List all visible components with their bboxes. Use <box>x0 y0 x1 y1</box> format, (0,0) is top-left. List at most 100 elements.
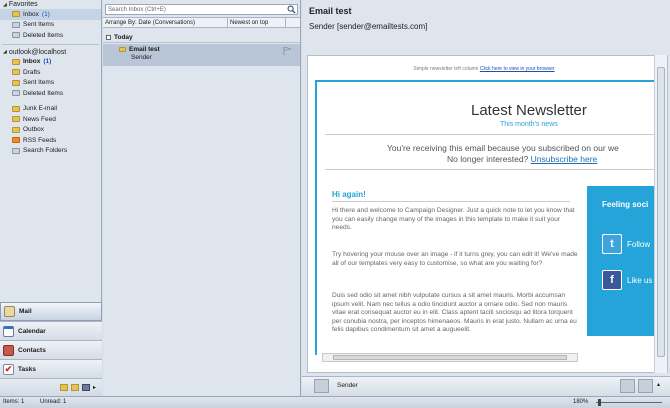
person-icon[interactable] <box>638 379 653 393</box>
fav-inbox-label: Inbox <box>23 10 39 18</box>
unsubscribe-link[interactable]: Unsubscribe here <box>531 154 598 164</box>
items-count: Items: 1 <box>3 399 25 405</box>
news-feed-icon <box>12 116 20 123</box>
folder-inbox[interactable]: Inbox (1) <box>0 57 101 68</box>
folder-inbox-label: Inbox <box>23 58 41 66</box>
fav-sent-label: Sent Items <box>23 21 55 29</box>
newsletter-title: Latest Newsletter <box>471 102 587 119</box>
unread-count: (1) <box>43 58 52 66</box>
divider <box>2 43 99 45</box>
folder-label: Outbox <box>23 126 44 134</box>
group-header-today[interactable]: Today <box>103 34 300 43</box>
account-label: outlook@localhost <box>8 48 67 56</box>
message-item[interactable]: Email test Sender <box>103 44 300 66</box>
twitter-label: Follow <box>627 239 651 249</box>
configure-buttons-icon[interactable]: ▸ <box>93 384 96 391</box>
folder-list-icon[interactable] <box>70 384 79 391</box>
folder-news-feed[interactable]: News Feed <box>0 114 101 125</box>
deleted-items-icon <box>12 90 20 97</box>
folder-label: Deleted Items <box>23 89 64 97</box>
message-subject: Email test <box>129 46 160 53</box>
arrange-by-button[interactable]: Arrange By: Date (Conversations) <box>103 18 228 27</box>
zoom-level[interactable]: 180% <box>573 399 588 405</box>
search-icon[interactable] <box>287 5 296 14</box>
contacts-button[interactable]: Contacts <box>0 340 102 359</box>
favorites-header[interactable]: ◢ Favorites <box>0 0 101 9</box>
search-folder-icon <box>12 147 20 154</box>
body-paragraph-2: Try hovering your mouse over an image - … <box>332 251 578 267</box>
tasks-button[interactable]: ✔ Tasks <box>0 359 102 378</box>
folder-outbox[interactable]: Outbox <box>0 125 101 136</box>
inbox-icon <box>12 58 20 65</box>
scrollbar-thumb[interactable] <box>657 67 665 357</box>
subscription-notice: You're receiving this email because you … <box>387 143 619 153</box>
avatar[interactable] <box>314 379 329 393</box>
social-title: Feeling soci <box>602 200 649 209</box>
view-in-browser-link[interactable]: Click here to view in your browser <box>480 66 555 72</box>
unread-count-status: Unread: 1 <box>40 399 67 405</box>
expand-icon[interactable]: ▴ <box>657 381 660 388</box>
fav-deleted-items[interactable]: Deleted Items <box>0 30 101 41</box>
mail-button[interactable]: Mail <box>0 302 102 321</box>
email-sender[interactable]: Sender [sender@emailtests.com] <box>309 22 427 31</box>
sort-arrow[interactable] <box>286 18 300 27</box>
divider <box>325 134 657 135</box>
folder-label: Sent Items <box>23 79 55 87</box>
navigation-pane: ◢ Favorites Inbox (1) Sent Items Deleted… <box>0 0 102 396</box>
social-panel: Feeling soci t Follow f Like us <box>587 186 657 336</box>
zoom-slider-knob[interactable] <box>598 399 601 406</box>
deleted-items-icon <box>12 32 20 39</box>
divider <box>325 169 657 170</box>
flag-icon[interactable] <box>283 47 292 55</box>
envelope-icon <box>119 47 126 52</box>
collapse-icon: ◢ <box>3 49 7 55</box>
twitter-link[interactable]: t Follow <box>602 234 650 254</box>
contacts-label: Contacts <box>18 346 46 354</box>
search-box[interactable]: Search Inbox (Ctrl+E) <box>105 4 298 15</box>
outbox-icon <box>12 126 20 133</box>
body-paragraph-1: Hi there and welcome to Campaign Designe… <box>332 207 575 232</box>
folder-sent-items[interactable]: Sent Items <box>0 78 101 89</box>
sent-items-icon <box>12 79 20 86</box>
facebook-label: Like us <box>627 275 653 285</box>
fav-inbox[interactable]: Inbox (1) <box>0 9 101 20</box>
search-input[interactable]: Search Inbox (Ctrl+E) <box>108 7 166 13</box>
folder-drafts[interactable]: Drafts <box>0 67 101 78</box>
folder-search-folders[interactable]: Search Folders <box>0 146 101 157</box>
person-icon[interactable] <box>620 379 635 393</box>
scrollbar-thumb[interactable] <box>333 355 567 360</box>
unread-count: (1) <box>41 10 50 18</box>
status-bar: Items: 1 Unread: 1 180% <box>0 396 670 408</box>
collapse-icon: ◢ <box>3 1 7 8</box>
sort-order-button[interactable]: Newest on top <box>228 18 286 27</box>
folder-junk-email[interactable]: Junk E-mail <box>0 104 101 115</box>
vertical-scrollbar[interactable] <box>654 55 667 373</box>
reading-pane: Email test Sender [sender@emailtests.com… <box>302 0 670 396</box>
facebook-link[interactable]: f Like us <box>602 270 652 290</box>
zoom-slider[interactable] <box>596 399 662 406</box>
folder-label: Search Folders <box>23 147 68 155</box>
tasks-icon: ✔ <box>3 363 14 375</box>
horizontal-scrollbar[interactable] <box>322 353 578 362</box>
newsletter-card: Latest Newsletter This month's news You'… <box>315 80 659 355</box>
message-list-pane: Search Inbox (Ctrl+E) Arrange By: Date (… <box>103 0 301 396</box>
tasks-label: Tasks <box>18 365 36 373</box>
calendar-button[interactable]: Calendar <box>0 321 102 340</box>
fav-sent-items[interactable]: Sent Items <box>0 20 101 31</box>
folder-rss-feeds[interactable]: RSS Feeds <box>0 135 101 146</box>
newsletter-preheader: Simple newsletter left column Click here… <box>312 66 656 72</box>
twitter-icon: t <box>602 234 622 254</box>
calendar-icon <box>3 325 14 337</box>
arrange-bar: Arrange By: Date (Conversations) Newest … <box>103 17 300 28</box>
sent-items-icon <box>12 21 20 28</box>
rss-icon <box>12 137 20 144</box>
notes-icon[interactable] <box>59 384 68 391</box>
shortcuts-icon[interactable] <box>81 384 90 391</box>
module-buttons: Mail Calendar Contacts ✔ Tasks <box>0 302 102 378</box>
email-body: Simple newsletter left column Click here… <box>307 55 668 373</box>
folder-deleted-items[interactable]: Deleted Items <box>0 88 101 99</box>
collapse-group-icon[interactable] <box>106 35 111 40</box>
inbox-icon <box>12 11 20 18</box>
account-header[interactable]: ◢ outlook@localhost <box>0 48 101 57</box>
people-name[interactable]: Sender <box>337 382 358 389</box>
